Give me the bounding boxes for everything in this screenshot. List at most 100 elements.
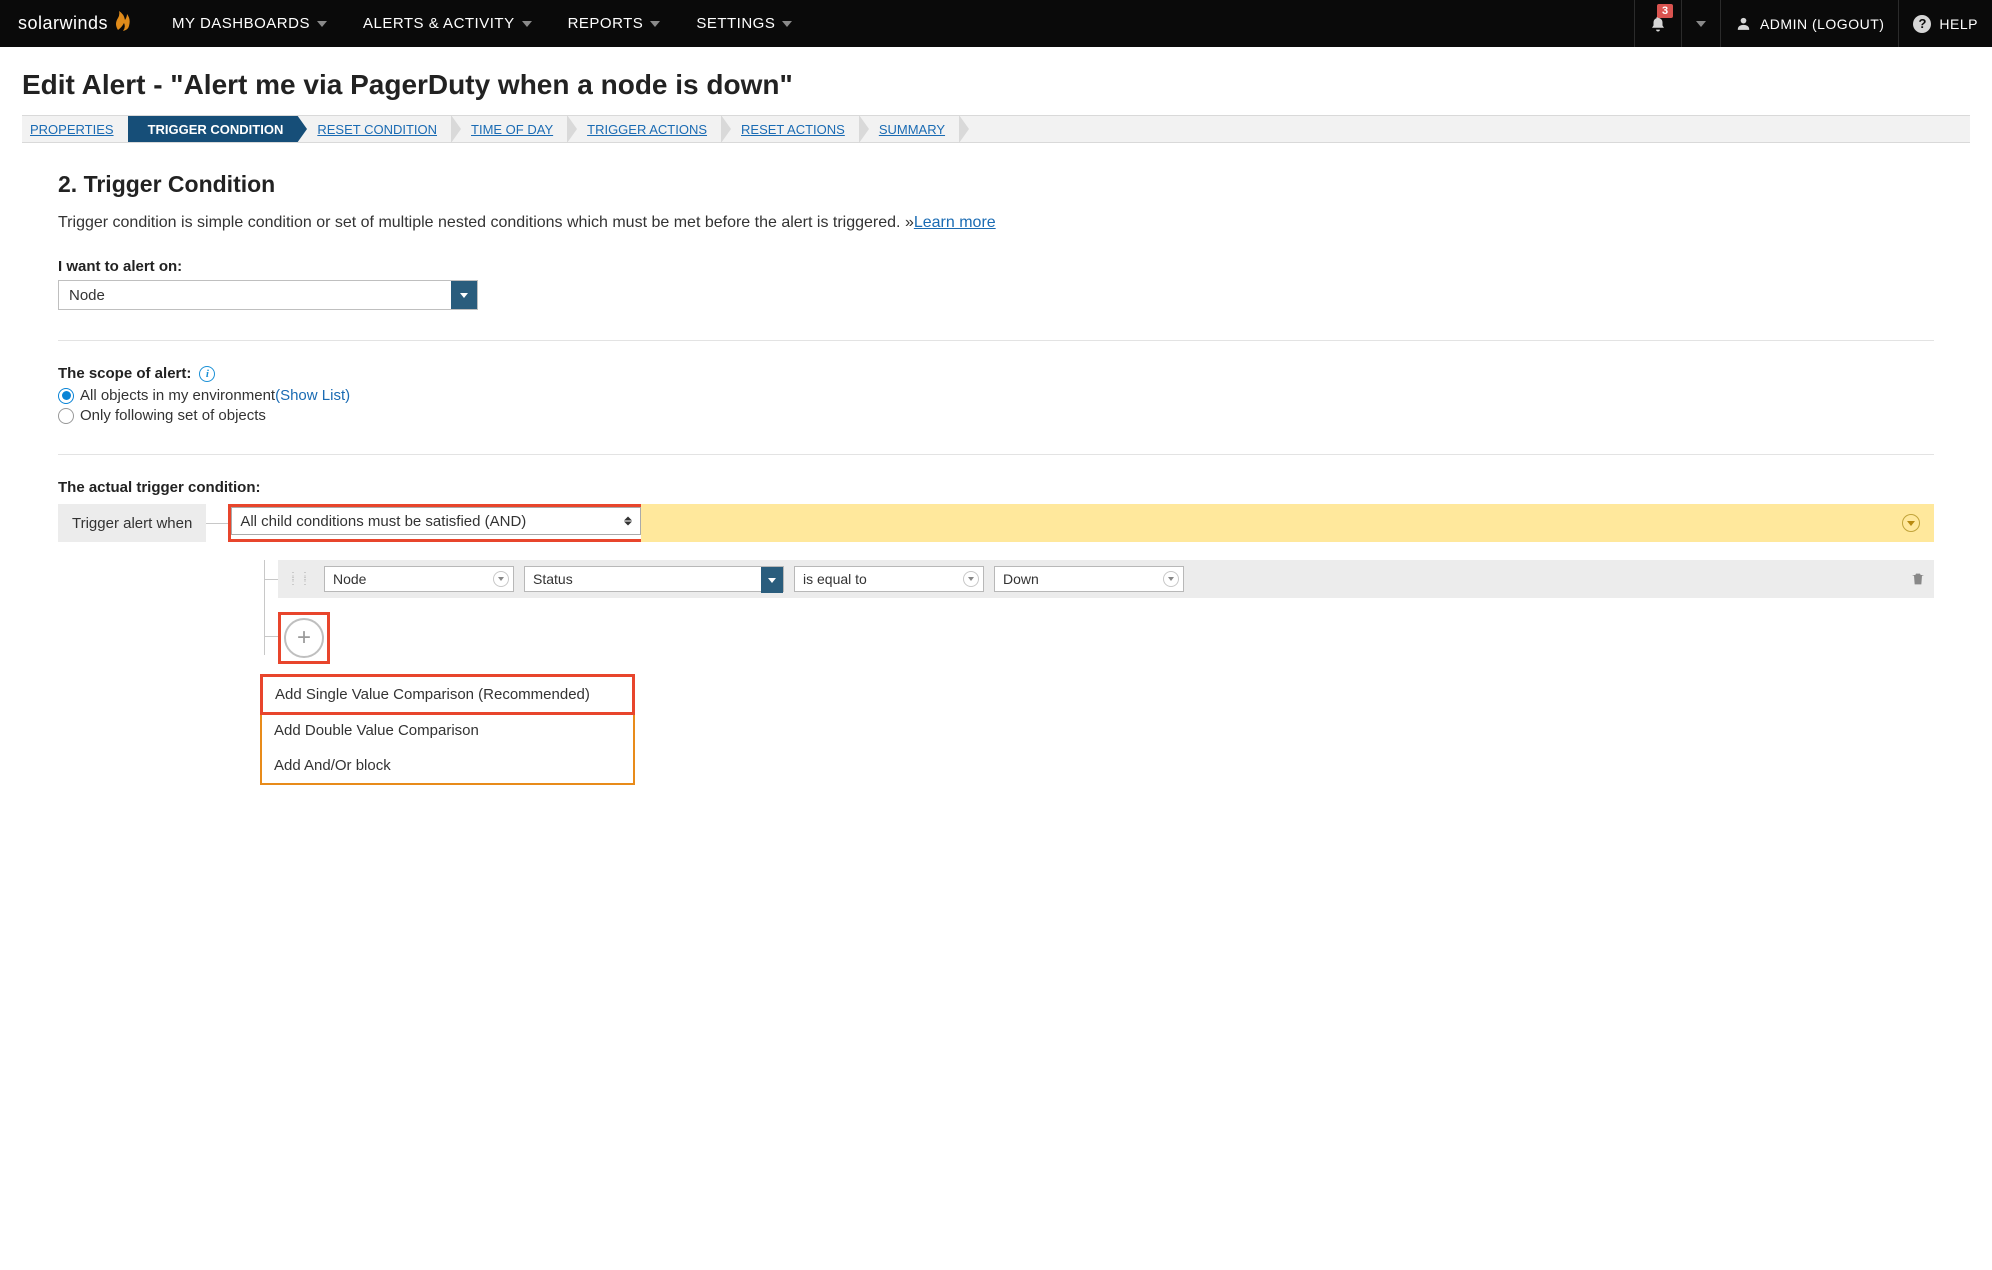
- condition-group-bar: [641, 504, 1934, 542]
- brand-text: solarwinds: [18, 13, 108, 34]
- scope-option-only-row: Only following set of objects: [58, 407, 1934, 424]
- nav-label: MY DASHBOARDS: [172, 15, 310, 32]
- chevron-down-icon: [498, 577, 504, 581]
- wizard-step-time-of-day[interactable]: TIME OF DAY: [451, 115, 567, 143]
- condition-value-text: Down: [1003, 571, 1039, 587]
- section-title: 2. Trigger Condition: [58, 171, 1934, 198]
- alert-on-label: I want to alert on:: [58, 258, 1934, 275]
- section-description: Trigger condition is simple condition or…: [58, 214, 1934, 232]
- wizard-step-reset-condition[interactable]: RESET CONDITION: [297, 115, 451, 143]
- scope-label-text: The scope of alert:: [58, 365, 191, 382]
- nav-reports[interactable]: REPORTS: [550, 0, 679, 47]
- caret-down-icon: [317, 21, 327, 27]
- user-label: ADMIN (LOGOUT): [1760, 16, 1884, 32]
- condition-tree: ⋮⋮⋮⋮ Node Status is equal to Down: [254, 560, 1934, 785]
- add-condition-menu: Add Single Value Comparison (Recommended…: [260, 674, 635, 785]
- notification-badge: 3: [1657, 4, 1673, 18]
- wizard-step-trigger-actions[interactable]: TRIGGER ACTIONS: [567, 115, 721, 143]
- dropdown-button: [1163, 571, 1179, 587]
- wizard-step-properties[interactable]: PROPERTIES: [22, 115, 128, 143]
- condition-operator-value: is equal to: [803, 571, 867, 587]
- learn-more-link[interactable]: Learn more: [914, 214, 996, 231]
- user-menu[interactable]: ADMIN (LOGOUT): [1720, 0, 1898, 47]
- condition-property-select[interactable]: Status: [524, 566, 784, 592]
- nav-settings[interactable]: SETTINGS: [678, 0, 810, 47]
- help-button[interactable]: ? HELP: [1898, 0, 1992, 47]
- notifications-button[interactable]: 3: [1634, 0, 1681, 47]
- scope-only-label: Only following set of objects: [80, 407, 266, 424]
- chevron-down-icon: [968, 577, 974, 581]
- admin-text: ADMIN: [1760, 16, 1808, 32]
- condition-operator-select[interactable]: is equal to: [794, 566, 984, 592]
- section-divider: [58, 454, 1934, 455]
- group-operator-value: All child conditions must be satisfied (…: [240, 513, 526, 530]
- caret-down-icon: [1696, 21, 1706, 27]
- section-divider: [58, 340, 1934, 341]
- updown-icon: [624, 517, 632, 526]
- caret-down-icon: [522, 21, 532, 27]
- menu-add-andor[interactable]: Add And/Or block: [262, 748, 633, 783]
- add-condition-button[interactable]: +: [284, 618, 324, 658]
- alert-on-value: Node: [59, 281, 451, 309]
- condition-value-select[interactable]: Down: [994, 566, 1184, 592]
- condition-property-value: Status: [533, 571, 573, 587]
- alert-on-dropdown-button[interactable]: [451, 281, 477, 309]
- highlight-orange-menu: Add Single Value Comparison (Recommended…: [260, 674, 635, 785]
- nav-label: REPORTS: [568, 15, 644, 32]
- dropdown-button: [963, 571, 979, 587]
- desc-text: Trigger condition is simple condition or…: [58, 214, 914, 231]
- brand-logo: solarwinds: [18, 10, 136, 37]
- dropdown-button: [493, 571, 509, 587]
- content-card: 2. Trigger Condition Trigger condition i…: [22, 143, 1970, 813]
- info-icon[interactable]: i: [199, 366, 215, 382]
- notifications-caret[interactable]: [1681, 0, 1720, 47]
- condition-object-value: Node: [333, 571, 366, 587]
- nav-alerts-activity[interactable]: ALERTS & ACTIVITY: [345, 0, 550, 47]
- group-operator-select[interactable]: All child conditions must be satisfied (…: [231, 507, 641, 535]
- highlight-red-groupop: All child conditions must be satisfied (…: [228, 504, 644, 542]
- flame-icon: [112, 10, 132, 37]
- trigger-group-row: Trigger alert when All child conditions …: [58, 504, 1934, 542]
- condition-object-select[interactable]: Node: [324, 566, 514, 592]
- wizard-step-trigger-condition[interactable]: TRIGGER CONDITION: [128, 115, 298, 143]
- plus-icon: +: [297, 626, 311, 650]
- help-label: HELP: [1939, 16, 1978, 32]
- scope-label: The scope of alert: i: [58, 365, 1934, 382]
- chevron-down-icon: [460, 293, 468, 298]
- condition-row: ⋮⋮⋮⋮ Node Status is equal to Down: [278, 560, 1934, 598]
- help-icon: ?: [1913, 15, 1931, 33]
- scope-option-all-row: All objects in my environment (Show List…: [58, 387, 1934, 404]
- wizard-steps: PROPERTIES TRIGGER CONDITION RESET CONDI…: [22, 115, 1970, 143]
- alert-on-select[interactable]: Node: [58, 280, 478, 310]
- trash-icon: [1910, 571, 1926, 587]
- top-navbar: solarwinds MY DASHBOARDS ALERTS & ACTIVI…: [0, 0, 1992, 47]
- primary-nav: MY DASHBOARDS ALERTS & ACTIVITY REPORTS …: [154, 0, 810, 47]
- nav-right-cluster: 3 ADMIN (LOGOUT) ? HELP: [1634, 0, 1992, 47]
- caret-down-icon: [782, 21, 792, 27]
- chevron-down-icon: [768, 578, 776, 583]
- menu-add-double[interactable]: Add Double Value Comparison: [262, 713, 633, 748]
- group-collapse-button[interactable]: [1902, 514, 1920, 532]
- add-condition-area: + Add Single Value Comparison (Recommend…: [278, 612, 1934, 785]
- wizard-step-reset-actions[interactable]: RESET ACTIONS: [721, 115, 859, 143]
- trigger-condition-label: The actual trigger condition:: [58, 479, 1934, 496]
- drag-handle-icon[interactable]: ⋮⋮⋮⋮: [286, 574, 314, 584]
- chevron-down-icon: [1907, 521, 1915, 526]
- user-icon: [1735, 15, 1752, 32]
- nav-my-dashboards[interactable]: MY DASHBOARDS: [154, 0, 345, 47]
- delete-condition-button[interactable]: [1910, 571, 1926, 587]
- logout-text[interactable]: (LOGOUT): [1812, 16, 1884, 32]
- connector-line: [206, 504, 228, 542]
- caret-down-icon: [650, 21, 660, 27]
- nav-label: ALERTS & ACTIVITY: [363, 15, 515, 32]
- scope-radio-only[interactable]: [58, 408, 74, 424]
- trigger-lead-label: Trigger alert when: [58, 504, 206, 542]
- scope-all-label: All objects in my environment: [80, 387, 275, 404]
- scope-radio-all[interactable]: [58, 388, 74, 404]
- menu-add-single[interactable]: Add Single Value Comparison (Recommended…: [260, 674, 635, 715]
- wizard-step-summary[interactable]: SUMMARY: [859, 115, 959, 143]
- highlight-red-plus: +: [278, 612, 330, 664]
- show-list-link[interactable]: (Show List): [275, 387, 350, 404]
- page-title: Edit Alert - "Alert me via PagerDuty whe…: [22, 69, 1970, 101]
- dropdown-button: [761, 567, 783, 593]
